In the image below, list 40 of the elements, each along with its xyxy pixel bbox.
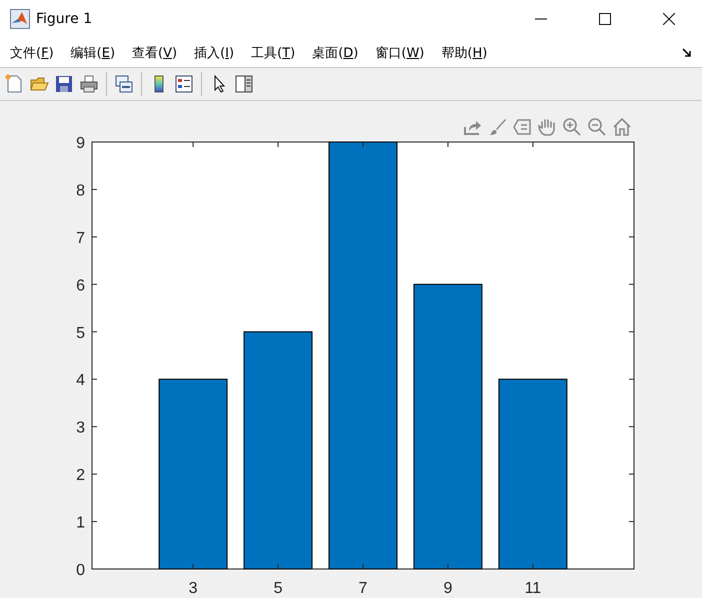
x-tick-label: 3 (188, 580, 198, 597)
window-title: Figure 1 (36, 11, 92, 27)
y-tick-label: 2 (76, 467, 85, 484)
x-tick-label: 7 (358, 580, 368, 597)
y-tick-label: 9 (76, 135, 85, 152)
y-tick-label: 7 (76, 230, 85, 247)
dock-arrow-icon[interactable] (682, 48, 692, 58)
menu-item[interactable]: 编辑(E) (70, 44, 116, 62)
pan-hand-icon[interactable] (537, 117, 557, 137)
maximize-icon[interactable] (599, 13, 611, 25)
menu-item[interactable]: 文件(F) (10, 44, 54, 62)
new-file-icon[interactable] (4, 74, 24, 94)
y-tick-label: 1 (76, 514, 85, 532)
x-tick-label: 5 (274, 580, 282, 597)
menu-item[interactable]: 帮助(H) (441, 44, 488, 62)
menu-item[interactable]: 窗口(W) (375, 44, 424, 62)
y-tick-label: 3 (76, 420, 85, 437)
x-tick-label: 11 (524, 580, 542, 597)
y-tick-label: 5 (76, 324, 85, 342)
brush-icon[interactable] (487, 117, 507, 137)
y-tick-label: 4 (76, 372, 85, 390)
menu-item[interactable]: 工具(T) (251, 44, 296, 62)
y-tick-label: 8 (76, 182, 85, 200)
linked-windows-icon[interactable] (114, 74, 134, 94)
zoom-in-icon[interactable] (562, 117, 582, 137)
close-icon[interactable] (663, 13, 675, 25)
menu-item[interactable]: 查看(V) (132, 44, 178, 62)
app-logo-icon (10, 9, 30, 29)
print-icon[interactable] (79, 74, 99, 94)
menu-item[interactable]: 插入(I) (194, 44, 234, 62)
home-icon[interactable] (612, 117, 632, 137)
legend-icon[interactable] (174, 74, 194, 94)
menu-item[interactable]: 桌面(D) (312, 44, 358, 62)
save-icon[interactable] (54, 74, 74, 94)
x-tick-label: 9 (444, 580, 452, 597)
zoom-out-icon[interactable] (587, 117, 607, 137)
data-tip-icon[interactable] (512, 117, 532, 137)
y-tick-label: 6 (76, 277, 85, 294)
property-panel-icon[interactable] (234, 74, 254, 94)
y-tick-label: 0 (76, 562, 85, 579)
